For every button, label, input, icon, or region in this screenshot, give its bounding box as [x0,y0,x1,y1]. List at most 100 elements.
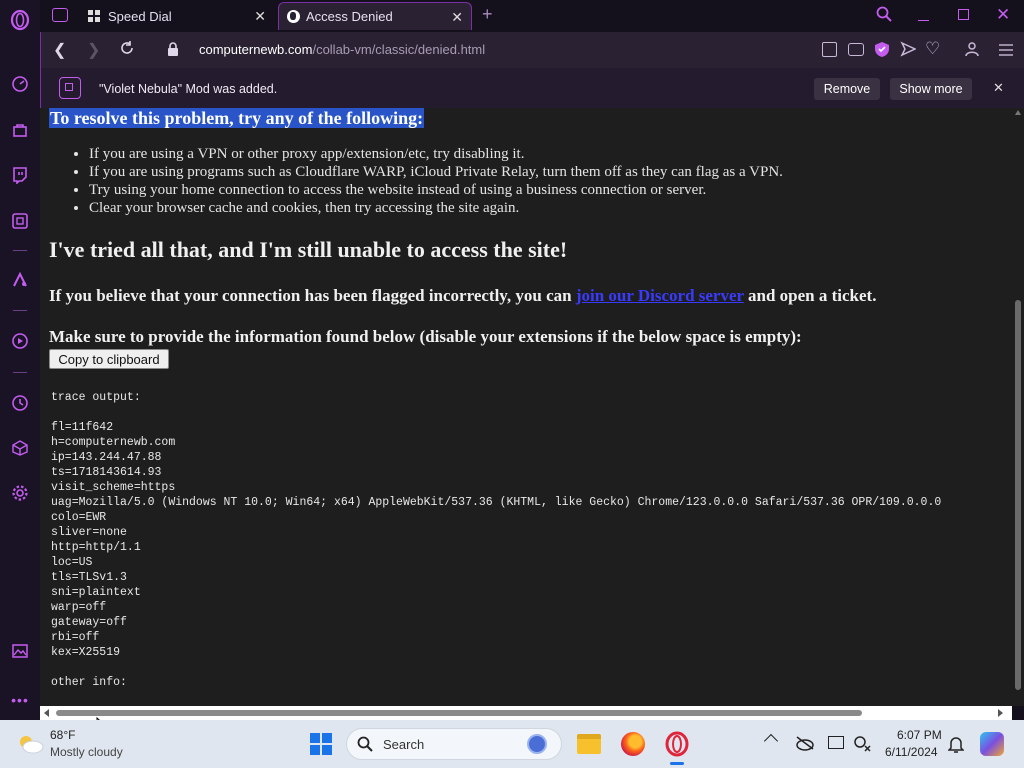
list-item: If you are using a VPN or other proxy ap… [89,145,783,163]
search-placeholder: Search [383,737,425,752]
network-icon[interactable] [853,734,871,757]
copilot-icon[interactable] [980,732,1004,756]
reload-icon[interactable] [119,40,135,61]
url-field[interactable]: computernewb.com/collab-vm/classic/denie… [199,42,485,57]
trace-line: warp=off [51,601,107,614]
workspace-icon[interactable] [52,8,68,22]
page-content: To resolve this problem, try any of the … [40,108,1012,706]
copilot-search-highlight-icon[interactable] [527,734,547,754]
file-explorer-icon[interactable] [577,734,601,754]
vpn-shield-icon[interactable] [874,41,890,63]
trace-line [51,405,941,420]
minimize-icon[interactable] [918,20,929,21]
scroll-thumb[interactable] [56,710,862,716]
trace-line: colo=EWR [51,511,107,524]
trace-line: ts=1718143614.93 [51,466,162,479]
trace-line: tls=TLSv1.3 [51,571,127,584]
cloud-offline-icon[interactable] [795,735,815,756]
trace-line: rbi=off [51,631,100,644]
twitch-icon[interactable] [8,163,32,187]
aria-icon[interactable] [8,268,32,292]
history-icon[interactable] [8,391,32,415]
scroll-thumb[interactable] [1015,300,1021,690]
windows-taskbar: 68°F Mostly cloudy Search 6:07 PM 6/11/2… [0,720,1024,768]
opera-logo-icon[interactable] [8,8,32,32]
camera-icon[interactable] [848,43,864,56]
trace-line: gateway=off [51,616,127,629]
search-tabs-icon[interactable] [876,6,892,27]
mod-notification-bar: "Violet Nebula" Mod was added. Remove Sh… [40,68,1024,108]
speed-dial-icon [88,10,100,22]
trace-line: sni=plaintext [51,586,141,599]
trace-line: sliver=none [51,526,127,539]
restore-icon[interactable] [958,9,969,20]
opera-taskbar-icon[interactable] [664,731,690,757]
bag-icon[interactable] [8,118,32,142]
start-windows-icon[interactable] [310,733,332,755]
vertical-scrollbar[interactable] [1012,108,1024,706]
scroll-right-arrow-icon[interactable] [998,709,1003,717]
horizontal-scrollbar[interactable] [40,706,1012,720]
snapshot-edit-icon[interactable] [822,42,837,57]
scroll-up-arrow-icon[interactable] [1015,110,1021,115]
close-window-icon[interactable]: ✕ [996,5,1010,25]
close-icon[interactable]: ✕ [254,8,266,25]
search-icon [357,736,373,757]
chevron-up-icon[interactable] [763,733,779,749]
wallpaper-icon[interactable] [8,639,32,663]
player-icon[interactable] [8,329,32,353]
trace-line: loc=US [51,556,93,569]
more-dots-icon[interactable]: ••• [8,688,32,712]
clock-date[interactable]: 6/11/2024 [885,745,938,759]
copy-to-clipboard-button[interactable]: Copy to clipboard [49,349,169,369]
close-icon[interactable]: ✕ [451,9,463,26]
forward-arrow-icon[interactable]: ❯ [87,40,100,60]
trace-line: http=http/1.1 [51,541,141,554]
easy-setup-menu-icon[interactable] [999,43,1013,61]
heart-icon[interactable]: ♡ [925,39,940,59]
trace-line: fl=11f642 [51,421,114,434]
resolution-list: If you are using a VPN or other proxy ap… [89,145,783,217]
settings-gear-icon[interactable] [8,481,32,505]
mod-icon[interactable] [8,209,32,233]
profile-icon[interactable] [965,41,979,62]
close-notification-icon[interactable]: ✕ [993,80,1004,96]
flagged-paragraph: If you believe that your connection has … [49,286,876,306]
info-heading: Make sure to provide the information fou… [49,327,802,346]
trace-line: uag=Mozilla/5.0 (Windows NT 10.0; Win64;… [51,496,942,509]
tab-label: Access Denied [306,9,393,24]
sidebar-divider [13,250,27,251]
tab-access-denied[interactable]: Access Denied ✕ [278,2,472,30]
weather-cloud-icon[interactable] [18,734,44,759]
firefox-icon[interactable] [621,732,645,756]
new-tab-plus-icon[interactable]: + [482,4,493,25]
flagged-prefix: If you believe that your connection has … [49,286,576,305]
show-more-button[interactable]: Show more [890,78,972,100]
display-icon[interactable] [828,736,844,749]
trace-line: ip=143.244.47.88 [51,451,162,464]
lock-icon[interactable] [167,42,179,61]
notification-bell-icon[interactable] [947,735,965,758]
list-item: If you are using programs such as Cloudf… [89,163,783,181]
cube-icon[interactable] [8,436,32,460]
remove-mod-button[interactable]: Remove [814,78,880,100]
send-icon[interactable] [900,41,917,62]
speedometer-icon[interactable] [8,72,32,96]
taskbar-search-box[interactable]: Search [346,728,562,760]
tried-heading: I've tried all that, and I'm still unabl… [49,237,568,262]
address-bar: ❮ ❯ computernewb.com/collab-vm/classic/d… [40,32,1024,68]
clock-time[interactable]: 6:07 PM [897,728,942,742]
back-arrow-icon[interactable]: ❮ [53,40,66,60]
discord-link[interactable]: join our Discord server [576,286,744,305]
globe-icon [287,10,300,23]
list-item: Clear your browser cache and cookies, th… [89,199,783,217]
tab-speed-dial[interactable]: Speed Dial ✕ [80,2,274,30]
tab-bar: Speed Dial ✕ Access Denied ✕ + ✕ [40,0,1024,32]
scroll-left-arrow-icon[interactable] [44,709,49,717]
url-path: /collab-vm/classic/denied.html [312,42,486,57]
tab-label: Speed Dial [108,8,172,24]
opera-sidebar: ••• [0,0,40,720]
trace-line: h=computernewb.com [51,436,176,449]
flagged-suffix: and open a ticket. [743,286,877,305]
resolve-heading: To resolve this problem, try any of the … [49,108,425,128]
